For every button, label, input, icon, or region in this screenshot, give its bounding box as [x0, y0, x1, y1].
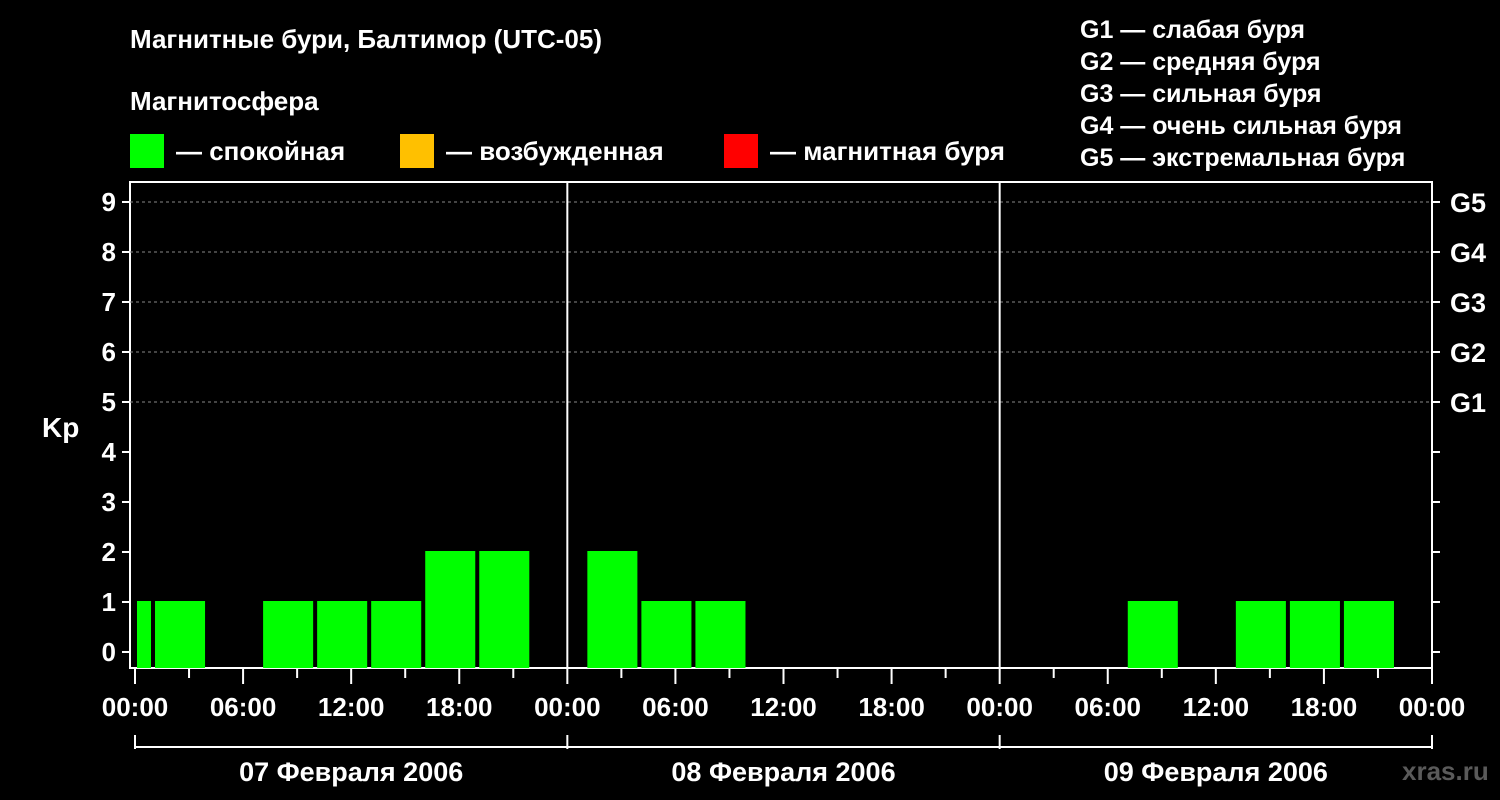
day-label: 08 Февраля 2006 — [671, 757, 895, 787]
day-label: 07 Февраля 2006 — [239, 757, 463, 787]
x-tick-label: 12:00 — [750, 692, 817, 722]
y-tick-label: 9 — [102, 187, 116, 217]
y-tick-label: 5 — [102, 387, 116, 417]
kp-bar — [155, 601, 206, 668]
x-tick-label: 06:00 — [642, 692, 709, 722]
y-tick-label: 1 — [102, 587, 116, 617]
g-tick-label: G5 — [1450, 188, 1486, 218]
g-tick-label: G4 — [1450, 238, 1486, 268]
x-tick-label: 18:00 — [426, 692, 493, 722]
g-tick-label: G3 — [1450, 288, 1486, 318]
kp-bar — [137, 601, 152, 668]
y-tick-label: 3 — [102, 487, 116, 517]
kp-bar — [1235, 601, 1286, 668]
y-tick-label: 8 — [102, 237, 116, 267]
x-tick-label: 12:00 — [1183, 692, 1250, 722]
kp-bar — [371, 601, 422, 668]
x-tick-label: 18:00 — [858, 692, 925, 722]
kp-bar — [1343, 601, 1394, 668]
day-label: 09 Февраля 2006 — [1104, 757, 1328, 787]
y-tick-label: 7 — [102, 287, 116, 317]
kp-bar — [1127, 601, 1178, 668]
x-tick-label: 00:00 — [1399, 692, 1466, 722]
kp-bar — [317, 601, 368, 668]
kp-bar — [695, 601, 746, 668]
x-tick-label: 18:00 — [1291, 692, 1358, 722]
kp-bar — [1289, 601, 1340, 668]
x-tick-label: 06:00 — [210, 692, 277, 722]
x-tick-label: 06:00 — [1075, 692, 1142, 722]
y-tick-label: 4 — [102, 437, 117, 467]
kp-bar — [425, 551, 476, 668]
kp-bar — [641, 601, 692, 668]
plot-frame — [129, 181, 1433, 669]
x-tick-label: 12:00 — [318, 692, 385, 722]
y-tick-label: 0 — [102, 637, 116, 667]
y-tick-label: 2 — [102, 537, 116, 567]
x-tick-label: 00:00 — [534, 692, 601, 722]
g-tick-label: G1 — [1450, 388, 1486, 418]
x-tick-label: 00:00 — [966, 692, 1033, 722]
kp-bar — [479, 551, 530, 668]
kp-chart: 0 1 2 3 4 5 6 7 8 9 G1 G2 G3 G4 G5 00:00 06:00 12:00 18:00… — [102, 181, 1486, 787]
y-tick-label: 6 — [102, 337, 116, 367]
x-tick-label: 00:00 — [102, 692, 169, 722]
g-tick-label: G2 — [1450, 338, 1486, 368]
kp-bar — [263, 601, 314, 668]
kp-bar — [587, 551, 638, 668]
watermark: xras.ru — [1402, 756, 1489, 786]
